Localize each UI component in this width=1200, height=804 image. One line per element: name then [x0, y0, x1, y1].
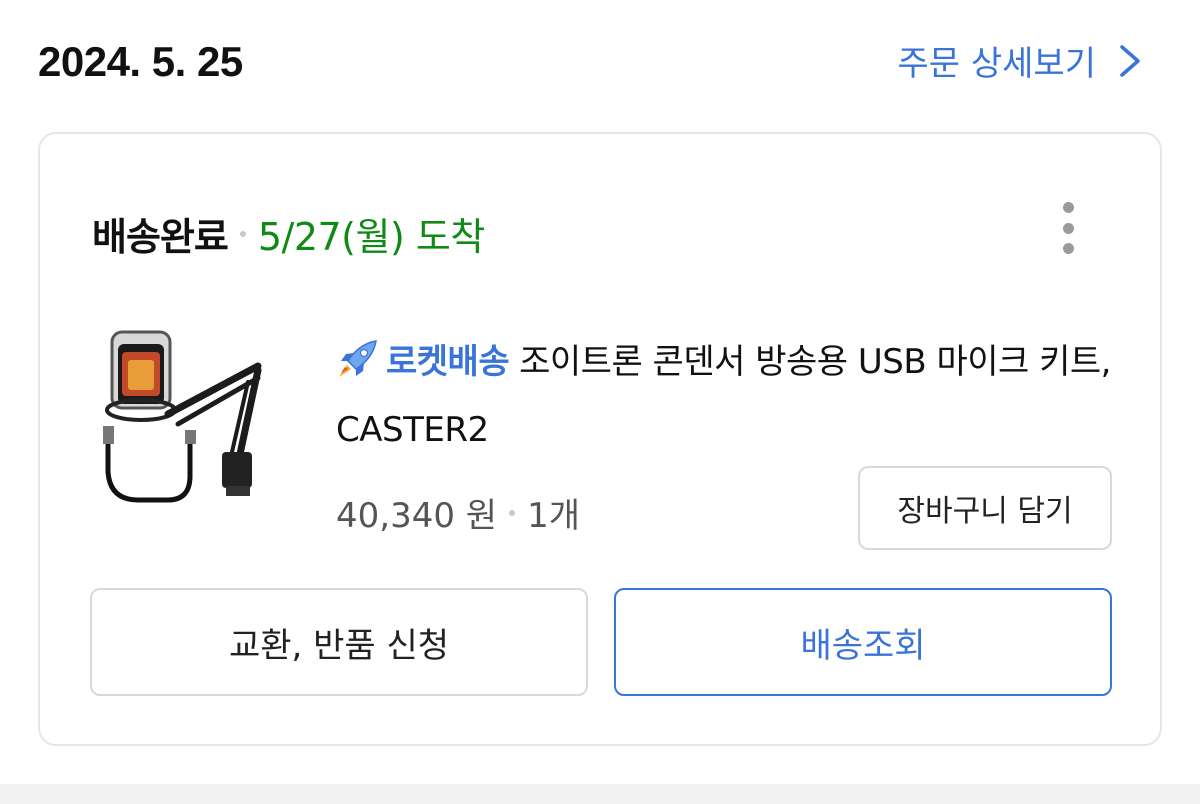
- rocket-delivery-badge: 로켓배송: [386, 342, 510, 382]
- order-detail-label: 주문 상세보기: [897, 44, 1097, 84]
- separator-dot: [509, 509, 516, 516]
- exchange-return-button[interactable]: 교환, 반품 신청: [90, 588, 588, 696]
- separator-dot: [239, 230, 246, 237]
- add-to-cart-button[interactable]: 장바구니 담기: [858, 466, 1112, 550]
- status-label: 배송완료: [92, 215, 229, 259]
- order-detail-link[interactable]: 주문 상세보기: [898, 36, 1143, 85]
- order-date: 2024. 5. 25: [38, 38, 243, 85]
- product-title[interactable]: 로켓배송 조이트론 콘덴서 방송용 USB 마이크 키트, CASTER2: [336, 328, 1126, 464]
- chevron-right-icon: [1120, 44, 1140, 77]
- more-options-icon[interactable]: [1054, 202, 1082, 254]
- section-divider: [0, 784, 1200, 804]
- order-page: 2024. 5. 25 주문 상세보기 배송완료 5/27(월) 도착 로켓배송…: [0, 0, 1200, 804]
- track-delivery-button[interactable]: 배송조회: [614, 588, 1112, 696]
- arrival-date: 5/27(월) 도착: [257, 215, 485, 259]
- product-thumbnail[interactable]: [98, 322, 288, 512]
- delivery-status: 배송완료 5/27(월) 도착: [92, 206, 485, 261]
- product-price: 40,340 원: [336, 496, 498, 536]
- rocket-icon: [339, 340, 377, 377]
- price-quantity: 40,340 원 1개: [336, 488, 580, 537]
- order-card: 배송완료 5/27(월) 도착 로켓배송 조이트론 콘덴서 방송용 USB 마이…: [38, 132, 1162, 746]
- product-quantity: 1개: [527, 496, 580, 536]
